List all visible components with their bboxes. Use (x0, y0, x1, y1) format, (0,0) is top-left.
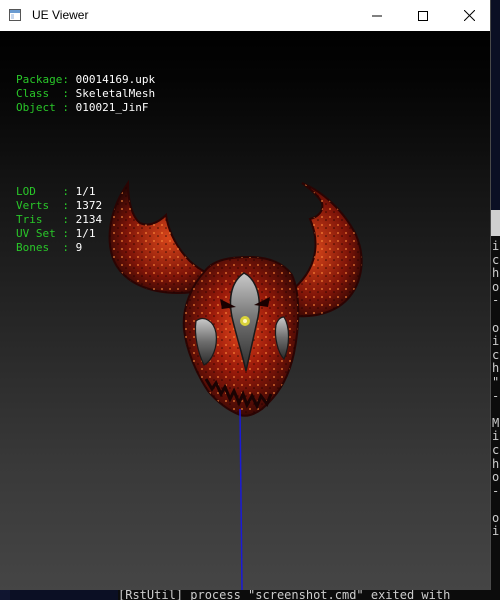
title-bar[interactable]: UE Viewer (0, 0, 490, 31)
info-label: Class (16, 87, 63, 100)
info-separator: : (62, 185, 76, 198)
console-status-line: [RstUtil] process "screenshot.cmd" exite… (118, 590, 500, 600)
console-line: i (492, 239, 500, 253)
console-line: i (492, 334, 500, 349)
info-row: Bones : 9 (16, 241, 155, 255)
app-window-icon (9, 9, 21, 21)
info-row: Object : 010021_JinF (16, 101, 155, 115)
maximize-button[interactable] (400, 0, 446, 31)
info-separator: : (62, 101, 76, 114)
console-line: o (492, 320, 500, 335)
console-line: c (492, 442, 500, 457)
minimize-button[interactable] (354, 0, 400, 31)
console-line: " (492, 374, 500, 389)
info-label: Object (16, 101, 63, 114)
info-separator: : (62, 73, 76, 86)
info-value: 2134 (75, 213, 103, 226)
console-scrollbar[interactable] (490, 210, 500, 236)
window-title: UE Viewer (32, 8, 89, 22)
info-label: Tris (16, 213, 63, 226)
console-line: - (492, 388, 500, 403)
console-line: h (492, 361, 500, 376)
console-line: i (492, 524, 500, 539)
maximize-icon (418, 10, 428, 21)
info-row: LOD : 1/1 (16, 185, 155, 199)
console-line: M (492, 415, 500, 430)
console-line: c (492, 347, 500, 362)
info-label: Bones (16, 241, 63, 254)
info-separator: : (62, 87, 76, 100)
info-label: LOD (16, 185, 63, 198)
console-line: c (492, 252, 500, 267)
info-row: UV Set : 1/1 (16, 227, 155, 241)
info-separator: : (62, 199, 76, 212)
ue-viewer-window: UE Viewer Package: 00014169.upk Class: … (0, 0, 491, 590)
info-row: Package: 00014169.upk (16, 73, 155, 87)
info-value: 010021_JinF (75, 101, 149, 114)
info-label: Package (16, 73, 63, 86)
info-value: 1/1 (75, 185, 96, 198)
info-value: 1/1 (75, 227, 96, 240)
bone-line (239, 408, 243, 590)
3d-viewport[interactable]: Package: 00014169.upk Class : SkeletalMes… (0, 31, 490, 590)
crest-gem-highlight (243, 319, 247, 323)
info-row: Class : SkeletalMesh (16, 87, 155, 101)
info-value: SkeletalMesh (75, 87, 156, 100)
console-line: h (492, 456, 500, 471)
info-value: 9 (75, 241, 83, 254)
mesh-info-overlay: Package: 00014169.upk Class : SkeletalMes… (16, 45, 155, 283)
close-icon (463, 10, 475, 21)
info-separator: : (62, 227, 76, 240)
minimize-icon (372, 15, 382, 16)
close-button[interactable] (446, 0, 492, 31)
console-line: o (492, 279, 500, 294)
info-value: 00014169.upk (75, 73, 156, 86)
info-separator: : (62, 213, 76, 226)
info-row: Tris : 2134 (16, 213, 155, 227)
background-console-window: i c h o - o i c h " - Mi c h o - o i (490, 210, 500, 600)
info-value: 1372 (75, 199, 103, 212)
console-line: h (492, 266, 500, 281)
console-output: i c h o - o i c h " - Mi c h o - o i (492, 239, 500, 539)
console-line: o (492, 470, 500, 485)
console-line: i (492, 429, 500, 444)
info-label: Verts (16, 199, 63, 212)
info-separator: : (62, 241, 76, 254)
console-line: - (492, 293, 500, 308)
console-line: o (492, 510, 500, 525)
console-line: - (492, 483, 500, 498)
info-row: Verts : 1372 (16, 199, 155, 213)
info-label: UV Set (16, 227, 63, 240)
